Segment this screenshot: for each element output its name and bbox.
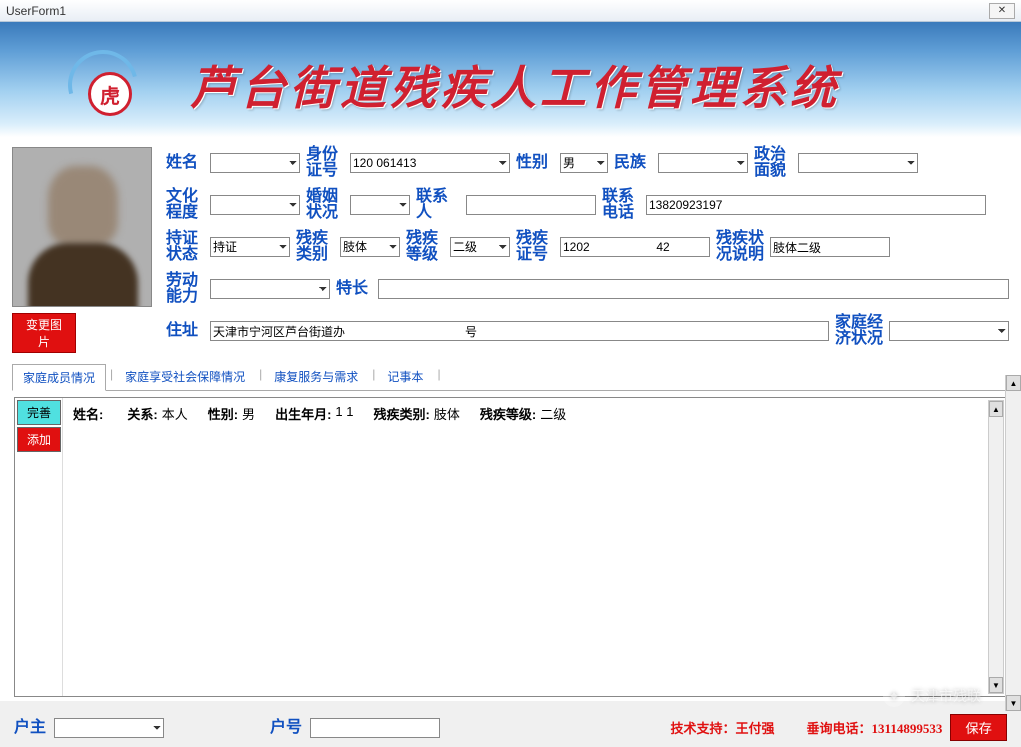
window-close-button[interactable]: ✕	[989, 3, 1015, 19]
family-econ-select[interactable]	[889, 321, 1009, 341]
family-members-pane: 完善 添加 姓名: 关系:本人 性别:男 出生年月:1 1 残疾类别:肢体 残疾…	[14, 397, 1007, 697]
label-specialty: 特长	[336, 281, 372, 297]
cert-status-select[interactable]: 持证	[210, 237, 290, 257]
label-labor: 劳动 能力	[166, 273, 204, 305]
label-dcert: 残疾 证号	[516, 231, 554, 263]
address-input[interactable]	[210, 321, 829, 341]
political-select[interactable]	[798, 153, 918, 173]
scroll-down-icon[interactable]: ▼	[989, 677, 1003, 693]
add-button[interactable]: 添加	[17, 427, 61, 452]
dtype-select[interactable]: 肢体	[340, 237, 400, 257]
outer-scrollbar[interactable]: ▲ ▼	[1005, 375, 1021, 711]
marital-select[interactable]	[350, 195, 410, 215]
edu-select[interactable]	[210, 195, 300, 215]
labor-select[interactable]	[210, 279, 330, 299]
label-address: 住址	[166, 323, 204, 339]
tab-social-security[interactable]: 家庭享受社会保障情况	[115, 364, 255, 391]
label-marital: 婚姻 状况	[306, 189, 344, 221]
logo-badge: 虎	[88, 72, 132, 116]
scroll-down-icon[interactable]: ▼	[1006, 695, 1021, 711]
person-photo	[12, 147, 152, 307]
dlevel-select[interactable]: 二级	[450, 237, 510, 257]
ethnic-select[interactable]	[658, 153, 748, 173]
hotline: 垂询电话：13114899533	[807, 718, 943, 737]
tech-support: 技术支持：王付强	[671, 718, 775, 737]
scroll-up-icon[interactable]: ▲	[989, 401, 1003, 417]
label-political: 政治 面貌	[754, 147, 792, 179]
label-name: 姓名	[166, 155, 204, 171]
tab-rehab-services[interactable]: 康复服务与需求	[264, 364, 368, 391]
label-dlevel: 残疾 等级	[406, 231, 444, 263]
scroll-up-icon[interactable]: ▲	[1006, 375, 1021, 391]
banner: 虎 芦台街道残疾人工作管理系统	[0, 22, 1021, 137]
gender-select[interactable]: 男	[560, 153, 608, 173]
householder-select[interactable]	[54, 718, 164, 738]
member-list: 姓名: 关系:本人 性别:男 出生年月:1 1 残疾类别:肢体 残疾等级:二级	[63, 398, 1006, 696]
label-gender: 性别	[516, 155, 554, 171]
id-select[interactable]: 120 061413	[350, 153, 510, 173]
label-cert-status: 持证 状态	[166, 231, 204, 263]
contact-person-input[interactable]	[466, 195, 596, 215]
window-title: UserForm1	[6, 4, 66, 18]
label-contact-phone: 联系 电话	[602, 189, 640, 221]
label-householder: 户主	[14, 720, 46, 736]
window-titlebar: UserForm1 ✕	[0, 0, 1021, 22]
label-family-econ: 家庭经 济状况	[835, 315, 883, 347]
label-edu: 文化 程度	[166, 189, 204, 221]
tab-family-members[interactable]: 家庭成员情况	[12, 364, 106, 391]
app-logo: 虎	[80, 62, 140, 122]
contact-phone-input[interactable]	[646, 195, 986, 215]
change-photo-button[interactable]: 变更图片	[12, 313, 76, 353]
save-button[interactable]: 保存	[950, 714, 1007, 741]
tab-bar: 家庭成员情况 | 家庭享受社会保障情况 | 康复服务与需求 | 记事本 |	[12, 363, 1009, 391]
form-area: 变更图片 姓名 身份 证号 120 061413 性别 男 民族 政治 面貌 文…	[0, 137, 1021, 701]
label-household-no: 户号	[270, 720, 302, 736]
app-title: 芦台街道残疾人工作管理系统	[190, 52, 840, 118]
label-dtype: 残疾 类别	[296, 231, 334, 263]
footer: 户主 户号 技术支持：王付强 垂询电话：13114899533 保存	[14, 714, 1007, 741]
label-id: 身份 证号	[306, 147, 344, 179]
name-select[interactable]	[210, 153, 300, 173]
dcert-input[interactable]	[560, 237, 710, 257]
household-no-input[interactable]	[310, 718, 440, 738]
specialty-input[interactable]	[378, 279, 1009, 299]
label-ddesc: 残疾状 况说明	[716, 231, 764, 263]
inner-scrollbar[interactable]: ▲ ▼	[988, 400, 1004, 694]
ddesc-input[interactable]	[770, 237, 890, 257]
label-ethnic: 民族	[614, 155, 652, 171]
tab-notebook[interactable]: 记事本	[377, 364, 433, 391]
complete-button[interactable]: 完善	[17, 400, 61, 425]
label-contact-person: 联系人	[416, 189, 460, 221]
member-row: 姓名: 关系:本人 性别:男 出生年月:1 1 残疾类别:肢体 残疾等级:二级	[73, 404, 996, 423]
